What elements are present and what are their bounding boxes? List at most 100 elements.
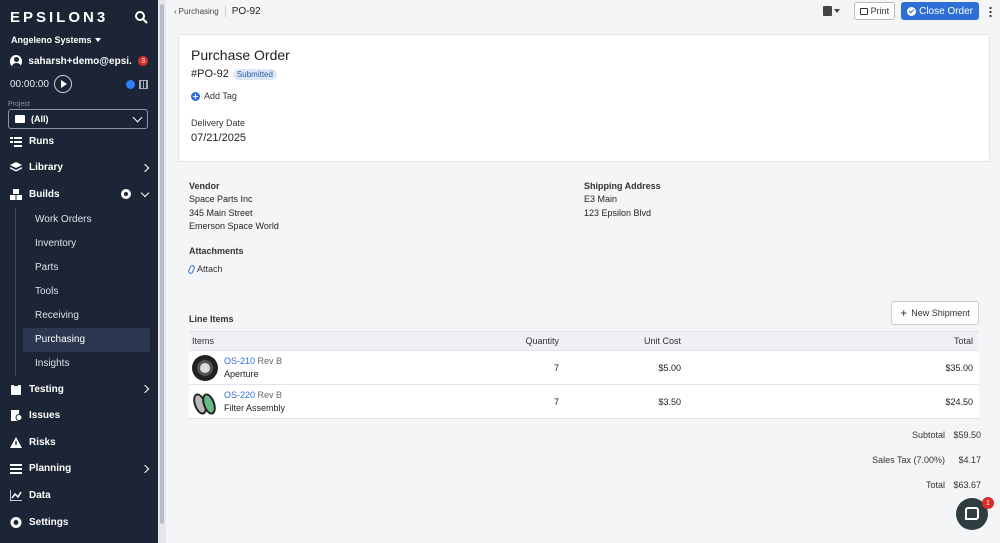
tax-label: Sales Tax (7.00%) [872, 455, 945, 465]
sidebar-item-label: Risks [29, 436, 56, 448]
logo-row: EPSILON3 [0, 0, 158, 34]
page-title: Purchase Order [191, 47, 290, 63]
chevron-down-icon [132, 112, 143, 122]
table-header: Items Quantity Unit Cost Total [189, 331, 979, 351]
subtotal-label: Subtotal [911, 430, 945, 440]
add-tag-button[interactable]: Add Tag [191, 91, 977, 101]
status-badge: Submitted [232, 68, 277, 80]
user-row[interactable]: saharsh+demo@epsi... 3 [0, 53, 158, 69]
sidebar-subitem-work-orders[interactable]: Work Orders [0, 208, 150, 232]
sidebar-item-label: Planning [29, 463, 72, 475]
shipping-label: Shipping Address [584, 181, 661, 191]
sidebar-item-issues[interactable]: Issues [0, 402, 158, 429]
line-items-table: Items Quantity Unit Cost Total OS-210 Re… [189, 331, 979, 419]
shipping-section: Shipping Address E3 Main 123 Epsilon Blv… [584, 180, 661, 220]
sidebar-subitem-receiving[interactable]: Receiving [0, 304, 150, 328]
add-tag-label: Add Tag [204, 91, 237, 101]
layers-icon [10, 162, 22, 172]
chevron-right-icon [140, 163, 150, 173]
scrollbar-thumb[interactable] [160, 4, 164, 524]
more-options-icon[interactable] [989, 5, 992, 17]
col-quantity: Quantity [525, 336, 559, 346]
cubes-icon [10, 188, 22, 200]
close-order-label: Close Order [919, 5, 973, 17]
sidebar-item-label: Settings [29, 516, 69, 528]
sidebar-item-library[interactable]: Library [0, 155, 158, 182]
vendor-section: Vendor Space Parts Inc 345 Main Street E… [189, 180, 279, 233]
total-value: $63.67 [953, 480, 981, 490]
delivery-date-value[interactable]: 07/21/2025 [191, 132, 977, 144]
timer-row: 00:00:00 [0, 74, 158, 94]
gear-icon[interactable] [121, 189, 131, 200]
builds-submenu: Work Orders Inventory Parts Tools Receiv… [0, 207, 158, 376]
notification-badge[interactable]: 3 [138, 56, 148, 66]
attachments-label: Attachments [189, 246, 244, 256]
sidebar-item-runs[interactable]: Runs [0, 128, 158, 155]
sidebar-subitem-inventory[interactable]: Inventory [0, 232, 150, 256]
sidebar-item-label: Builds [29, 188, 60, 200]
col-unit-cost: Unit Cost [643, 336, 681, 346]
check-circle-icon [907, 6, 917, 16]
play-icon[interactable] [53, 75, 72, 93]
search-icon[interactable] [134, 10, 148, 24]
po-number: #PO-92 [191, 68, 229, 80]
sidebar-subitem-insights[interactable]: Insights [0, 352, 150, 376]
sidebar-item-risks[interactable]: Risks [0, 429, 158, 456]
tax-value: $4.17 [958, 455, 981, 465]
row-total: $35.00 [945, 362, 973, 373]
paperclip-icon [187, 263, 196, 275]
row-quantity: 7 [553, 396, 559, 407]
sidebar-subitem-purchasing[interactable]: Purchasing [23, 327, 150, 352]
vendor-street: 345 Main Street [189, 207, 253, 218]
status-dot-icon[interactable] [126, 79, 135, 89]
logo: EPSILON3 [10, 8, 109, 26]
delivery-date-label: Delivery Date [191, 118, 246, 128]
part-name: Filter Assembly [224, 403, 286, 413]
sidebar-subitem-tools[interactable]: Tools [0, 280, 150, 304]
new-shipment-button[interactable]: + New Shipment [891, 301, 979, 325]
vendor-label: Vendor [189, 181, 220, 191]
shipping-street: 123 Epsilon Blvd [584, 207, 652, 218]
line-items-label: Line Items [189, 314, 234, 324]
sidebar-item-data[interactable]: Data [0, 482, 158, 509]
bars-icon [10, 464, 22, 475]
sidebar-scrollbar[interactable] [158, 0, 166, 543]
print-button[interactable]: Print [853, 2, 896, 20]
table-row[interactable]: OS-220 Rev B Filter Assembly 7 $3.50 $24… [189, 385, 979, 419]
folder-icon [15, 115, 25, 123]
project-value: (All) [31, 114, 49, 124]
breadcrumb-back[interactable]: ‹ Purchasing [174, 7, 219, 16]
part-number-link[interactable]: OS-210 [224, 356, 255, 366]
sidebar-item-planning[interactable]: Planning [0, 456, 158, 483]
sidebar-item-settings[interactable]: Settings [0, 509, 158, 536]
caret-down-icon [833, 9, 840, 13]
sidebar-item-label: Library [29, 162, 63, 174]
chat-badge: 1 [982, 497, 994, 509]
row-total: $24.50 [945, 396, 973, 407]
user-name: saharsh+demo@epsi... [28, 55, 133, 67]
sidebar-item-label: Issues [29, 410, 61, 422]
project-select[interactable]: (All) [8, 109, 148, 129]
breadcrumb-divider [224, 5, 226, 17]
document-menu[interactable] [822, 6, 840, 16]
part-number-link[interactable]: OS-220 [224, 390, 255, 400]
sidebar-item-builds[interactable]: Builds [0, 181, 158, 208]
row-unit-cost: $3.50 [658, 396, 681, 407]
sidebar-item-testing[interactable]: Testing [0, 376, 158, 403]
org-selector[interactable]: Angeleno Systems [0, 34, 158, 46]
grid-icon[interactable] [139, 79, 148, 89]
top-actions: Print Close Order [822, 2, 1000, 20]
sidebar-subitem-parts[interactable]: Parts [0, 256, 150, 280]
attach-button[interactable]: Attach [187, 263, 223, 275]
part-revision: Rev B [257, 390, 283, 400]
row-quantity: 7 [553, 362, 559, 373]
table-row[interactable]: OS-210 Rev B Aperture 7 $5.00 $35.00 [189, 351, 979, 385]
file-alert-icon [11, 410, 22, 422]
chevron-right-icon [140, 384, 150, 394]
breadcrumb-current: PO-92 [231, 5, 261, 17]
chevron-down-icon [140, 188, 150, 198]
clipboard-icon [11, 383, 21, 395]
col-total: Total [953, 336, 973, 346]
close-order-button[interactable]: Close Order [901, 2, 979, 20]
printer-icon [859, 7, 868, 15]
